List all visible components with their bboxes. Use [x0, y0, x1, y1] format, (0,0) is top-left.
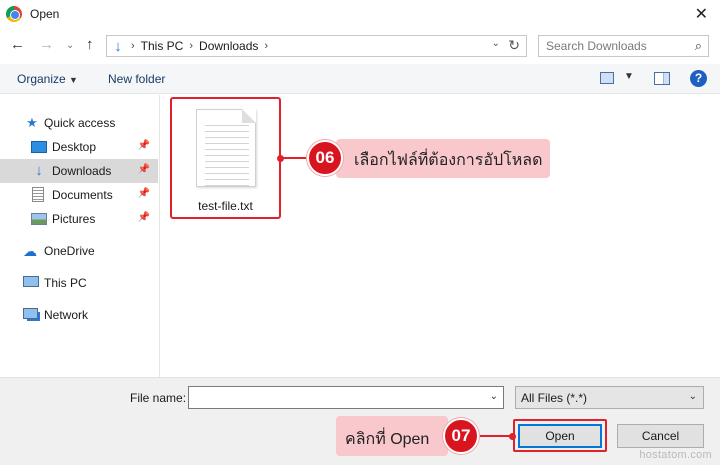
star-icon: ★ [26, 115, 38, 130]
pin-icon[interactable]: 📌 [138, 164, 150, 175]
change-view-icon[interactable] [600, 72, 614, 84]
breadcrumb-chevron-icon[interactable]: › [187, 40, 195, 52]
sidebar-item-label: This PC [44, 276, 87, 290]
sidebar-item-label: OneDrive [44, 244, 95, 258]
preview-pane-icon[interactable] [654, 72, 670, 85]
sidebar-item-label: Downloads [52, 164, 112, 178]
view-options-chevron-icon[interactable]: ▼ [624, 71, 634, 82]
sidebar-item-onedrive[interactable]: ☁ OneDrive [0, 239, 158, 263]
sidebar-item-downloads[interactable]: ↓ Downloads 📌 [0, 159, 158, 183]
download-arrow-icon: ↓ [35, 162, 43, 179]
sidebar-item-quick-access[interactable]: ★ Quick access [0, 111, 158, 135]
address-bar[interactable]: ↓ › This PC › Downloads › ⌄ ↻ [106, 35, 527, 57]
callout-step-6-number: 06 [307, 140, 343, 176]
open-button[interactable]: Open [518, 424, 602, 448]
downloads-folder-icon: ↓ [114, 37, 122, 55]
breadcrumb-downloads[interactable]: Downloads [195, 39, 262, 53]
sidebar-item-label: Quick access [44, 116, 116, 130]
chrome-logo-icon [6, 6, 22, 22]
title-bar: Open ✕ [0, 0, 720, 30]
callout-connector-line [281, 157, 309, 159]
desktop-icon [31, 141, 47, 153]
chevron-down-icon: ⌄ [688, 391, 697, 402]
up-arrow-icon[interactable]: ↑ [86, 36, 94, 53]
file-name-input[interactable] [189, 387, 479, 408]
help-icon[interactable]: ? [690, 70, 707, 87]
close-icon[interactable]: ✕ [695, 4, 708, 24]
sidebar-item-this-pc[interactable]: This PC [0, 271, 158, 295]
callout-step-7-text: คลิกที่ Open [345, 431, 430, 448]
pin-icon[interactable]: 📌 [138, 140, 150, 151]
file-name-field[interactable]: ⌄ [188, 386, 504, 409]
breadcrumb-this-pc[interactable]: This PC [137, 39, 188, 53]
new-folder-button[interactable]: New folder [108, 72, 165, 86]
chevron-down-icon: ▼ [69, 75, 78, 85]
sidebar-item-label: Desktop [52, 140, 97, 154]
forward-arrow-icon[interactable]: → [39, 36, 54, 53]
sidebar-item-label: Documents [52, 188, 113, 202]
cancel-button[interactable]: Cancel [617, 424, 704, 448]
pin-icon[interactable]: 📌 [138, 212, 150, 223]
window-title: Open [30, 7, 60, 21]
search-icon[interactable]: ⌕ [695, 38, 702, 54]
search-box[interactable]: ⌕ [538, 35, 709, 57]
pin-icon[interactable]: 📌 [138, 188, 150, 199]
sidebar-item-documents[interactable]: Documents 📌 [0, 183, 158, 207]
back-arrow-icon[interactable]: ← [10, 36, 25, 53]
callout-step-7-number: 07 [443, 418, 479, 454]
address-dropdown-icon[interactable]: ⌄ [492, 38, 500, 49]
sidebar-item-label: Network [44, 308, 89, 322]
text-file-icon [196, 109, 256, 187]
organize-label: Organize [17, 72, 66, 86]
sidebar-item-desktop[interactable]: Desktop 📌 [0, 135, 158, 159]
callout-step-6-text: เลือกไฟล์ที่ต้องการอัปโหลด [354, 152, 543, 169]
navigation-pane: ★ Quick access Desktop 📌 ↓ Downloads 📌 D… [0, 95, 160, 377]
sidebar-item-network[interactable]: Network [0, 303, 158, 327]
sidebar-item-pictures[interactable]: Pictures 📌 [0, 207, 158, 231]
command-bar: Organize ▼ New folder ▼ ? [0, 64, 720, 94]
sidebar-item-label: Pictures [52, 212, 96, 226]
computer-icon [23, 276, 39, 287]
search-input[interactable] [539, 36, 679, 56]
file-name-label: File name: [130, 391, 187, 405]
file-type-value: All Files (*.*) [521, 391, 588, 405]
callout-step-6: เลือกไฟล์ที่ต้องการอัปโหลด [336, 139, 550, 178]
recent-locations-chevron-icon[interactable]: ⌄ [66, 40, 74, 51]
callout-step-7: คลิกที่ Open [336, 416, 448, 456]
file-type-select[interactable]: All Files (*.*) ⌄ [515, 386, 704, 409]
file-item-test-file[interactable]: test-file.txt [170, 97, 281, 219]
document-icon [32, 187, 44, 202]
breadcrumb-chevron-icon[interactable]: › [129, 40, 137, 52]
breadcrumb-chevron-icon[interactable]: › [262, 40, 270, 52]
chevron-down-icon[interactable]: ⌄ [490, 391, 498, 402]
refresh-icon[interactable]: ↻ [508, 37, 520, 54]
watermark: hostatom.com [639, 449, 712, 461]
cloud-icon: ☁ [23, 243, 37, 259]
callout-connector-dot [277, 155, 284, 162]
network-icon [23, 308, 38, 319]
organize-menu[interactable]: Organize ▼ [17, 72, 78, 86]
picture-icon [31, 213, 47, 225]
file-name-label: test-file.txt [198, 199, 253, 213]
